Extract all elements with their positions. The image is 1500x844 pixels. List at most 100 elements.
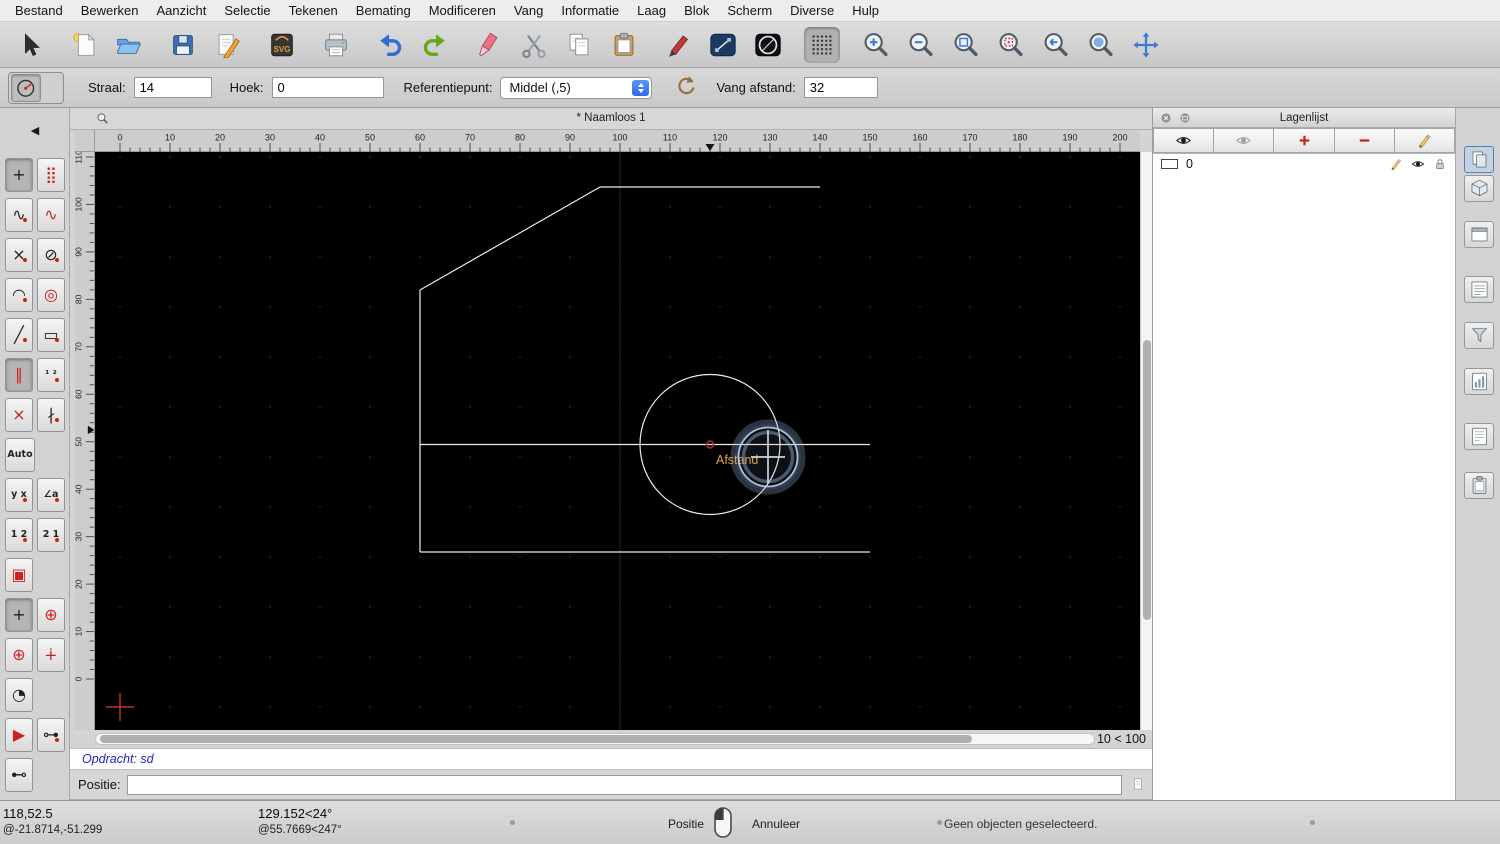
menu-selectie[interactable]: Selectie — [215, 0, 279, 22]
menu-diverse[interactable]: Diverse — [781, 0, 843, 22]
spline-tool[interactable]: ∿ — [37, 198, 65, 232]
angle-entry-tool[interactable]: ∠a — [37, 478, 65, 512]
edit-layer-button[interactable] — [1394, 128, 1456, 153]
menu-laag[interactable]: Laag — [628, 0, 675, 22]
menu-blok[interactable]: Blok — [675, 0, 718, 22]
point-on-element-tool[interactable]: ∔ — [37, 638, 65, 672]
grid-toggle-button[interactable] — [804, 26, 840, 63]
pointer-tool-button[interactable] — [12, 27, 48, 63]
save-document-button[interactable] — [165, 27, 201, 63]
menu-aanzicht[interactable]: Aanzicht — [148, 0, 216, 22]
tangent-line-tool[interactable]: ╱ — [5, 318, 33, 352]
layer-row[interactable]: 0 — [1153, 154, 1455, 174]
print-preview-button[interactable] — [318, 27, 354, 63]
notes-panel-button[interactable] — [1464, 423, 1494, 450]
copy-button[interactable] — [561, 27, 597, 63]
show-all-layers-button[interactable] — [1153, 128, 1215, 153]
zoom-out-button[interactable] — [903, 27, 939, 63]
zoom-previous-button[interactable] — [1038, 27, 1074, 63]
add-point-tool[interactable]: + — [5, 598, 33, 632]
menu-tekenen[interactable]: Tekenen — [280, 0, 347, 22]
sequence-1-2-tool[interactable]: 1 2 — [5, 518, 33, 552]
menu-modificeren[interactable]: Modificeren — [420, 0, 505, 22]
filter-panel-button[interactable] — [1464, 322, 1494, 349]
menu-bewerken[interactable]: Bewerken — [72, 0, 148, 22]
panel-close-icon[interactable] — [1159, 111, 1173, 125]
remove-layer-button[interactable] — [1334, 128, 1395, 153]
marker-tool-button[interactable] — [471, 27, 507, 63]
menu-scherm[interactable]: Scherm — [718, 0, 781, 22]
paste-button[interactable] — [606, 27, 642, 63]
layer-color-swatch[interactable] — [1161, 159, 1178, 169]
menu-vang[interactable]: Vang — [505, 0, 552, 22]
zoom-fit-button[interactable] — [948, 27, 984, 63]
referentiepunt-select[interactable]: Middel (,5) — [500, 76, 653, 99]
circle-tangent-tool[interactable]: ⊘ — [37, 238, 65, 272]
circle-radius-tool-button[interactable] — [11, 73, 41, 102]
properties-panel-button[interactable] — [1464, 146, 1494, 173]
lock-point-tool[interactable]: ⊷ — [5, 758, 33, 792]
two-point-order-tool[interactable]: ¹ ² — [37, 358, 65, 392]
horizontal-scrollbar-thumb[interactable] — [100, 735, 972, 743]
selection-rect-tool[interactable]: ▭ — [37, 318, 65, 352]
point-matrix-tool[interactable]: ⣿ — [37, 158, 65, 192]
vertical-scrollbar-thumb[interactable] — [1143, 340, 1151, 620]
concentric-circle-tool[interactable]: ◎ — [37, 278, 65, 312]
freehand-curve-tool[interactable]: ∿ — [5, 198, 33, 232]
drawing-canvas[interactable]: Afstand — [95, 152, 1140, 730]
perpendicular-snap-tool[interactable]: ∤ — [37, 398, 65, 432]
flag-marker-tool[interactable]: ▶ — [5, 718, 33, 752]
intersection-point-tool[interactable]: × — [5, 238, 33, 272]
hoek-input[interactable] — [271, 77, 384, 98]
xy-entry-tool[interactable]: y x — [5, 478, 33, 512]
arc-point-tool[interactable]: ◠ — [5, 278, 33, 312]
pen-style-button[interactable] — [660, 27, 696, 63]
library-panel-button[interactable] — [1464, 175, 1494, 202]
zoom-in-button[interactable] — [858, 27, 894, 63]
sequence-2-1-tool[interactable]: 2 1 — [37, 518, 65, 552]
grid-point-tool[interactable]: + — [5, 158, 33, 192]
svg-export-button[interactable]: SVG — [264, 27, 300, 63]
open-document-button[interactable] — [111, 27, 147, 63]
cut-button[interactable] — [516, 27, 552, 63]
hide-layers-button[interactable] — [1214, 128, 1275, 153]
zoom-window-button[interactable] — [1083, 27, 1119, 63]
layers-list-panel-button[interactable] — [1464, 276, 1494, 303]
protractor-tool[interactable]: ◔ — [5, 678, 33, 712]
layer-edit-icon[interactable] — [1389, 157, 1403, 171]
insert-node-tool[interactable]: ⊕ — [37, 598, 65, 632]
report-panel-button[interactable] — [1464, 368, 1494, 395]
key-point-tool[interactable]: ⊶ — [37, 718, 65, 752]
redo-button[interactable] — [417, 27, 453, 63]
line-style-button[interactable] — [705, 27, 741, 63]
pan-tool-button[interactable] — [1128, 27, 1164, 63]
menu-informatie[interactable]: Informatie — [552, 0, 628, 22]
menu-bemating[interactable]: Bemating — [347, 0, 420, 22]
views-panel-button[interactable] — [1464, 221, 1494, 248]
new-document-button[interactable] — [66, 27, 102, 63]
zoom-selection-button[interactable] — [993, 27, 1029, 63]
menu-hulp[interactable]: Hulp — [843, 0, 888, 22]
remove-node-tool[interactable]: ⊕ — [5, 638, 33, 672]
menu-bestand[interactable]: Bestand — [6, 0, 72, 22]
add-layer-button[interactable] — [1274, 128, 1335, 153]
undo-last-point-button[interactable] — [674, 74, 698, 101]
vertical-scrollbar[interactable] — [1140, 152, 1152, 730]
positie-input[interactable] — [127, 775, 1122, 795]
vang-afstand-input[interactable] — [803, 77, 878, 98]
clipboard-panel-button[interactable] — [1464, 472, 1494, 499]
ellipse-style-button[interactable] — [750, 27, 786, 63]
panel-expand-icon[interactable] — [1178, 111, 1192, 125]
zone-highlight-tool[interactable]: ▣ — [5, 558, 33, 592]
horizontal-scrollbar[interactable] — [95, 733, 1095, 745]
parallel-line-tool[interactable]: ∥ — [5, 358, 33, 392]
cross-snap-tool[interactable]: × — [5, 398, 33, 432]
position-history-button[interactable] — [1128, 777, 1148, 793]
palette-collapse-arrow[interactable]: ◀ — [0, 124, 70, 137]
layer-visibility-icon[interactable] — [1411, 157, 1425, 171]
undo-button[interactable] — [372, 27, 408, 63]
command-line[interactable]: Opdracht: sd — [70, 748, 1152, 770]
auto-snap-button[interactable]: Auto — [5, 438, 35, 472]
straal-input[interactable] — [133, 77, 212, 98]
layer-lock-icon[interactable] — [1433, 157, 1447, 171]
